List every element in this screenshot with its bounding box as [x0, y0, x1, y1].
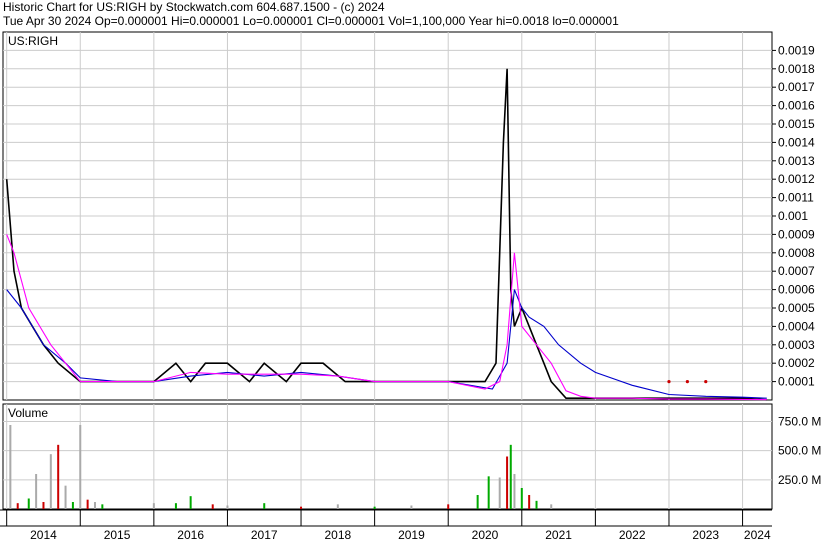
price-y-tick-label: 0.0019 — [778, 43, 815, 57]
price-y-tick-label: 0.0003 — [778, 338, 815, 352]
volume-bar — [550, 504, 553, 509]
stock-chart: 2014 2015 2016 2017 2018 2019 2020 2021 2022 2023… — [0, 31, 821, 542]
price-y-tick-label: 0.0017 — [778, 80, 815, 94]
volume-bar — [86, 499, 89, 509]
x-tick-label: 2023 — [692, 528, 719, 542]
price-y-tick-label: 0.001 — [778, 209, 808, 223]
price-y-tick-label: 0.0016 — [778, 99, 815, 113]
volume-y-tick-label: 750.0 M — [778, 415, 821, 429]
volume-bar — [487, 476, 490, 509]
volume-bar — [211, 504, 214, 509]
volume-bar — [79, 425, 82, 509]
price-y-tick-label: 0.0012 — [778, 172, 815, 186]
volume-bar — [49, 454, 52, 509]
x-tick-label: 2015 — [104, 528, 131, 542]
price-y-tick-label: 0.0006 — [778, 283, 815, 297]
volume-bar — [594, 508, 597, 509]
volume-bar — [476, 495, 479, 509]
volume-bar — [71, 502, 74, 509]
price-y-tick-label: 0.0011 — [778, 191, 814, 205]
volume-bar — [513, 474, 516, 509]
volume-bar — [57, 444, 60, 509]
volume-bar — [447, 504, 450, 509]
volume-bar — [64, 485, 67, 509]
price-y-tick-label: 0.0018 — [778, 62, 815, 76]
price-y-tick-label: 0.0009 — [778, 227, 815, 241]
volume-bar — [509, 444, 512, 509]
volume-bar — [16, 503, 19, 509]
volume-panel-frame — [2, 403, 773, 510]
price-y-tick-label: 0.0014 — [778, 135, 815, 149]
x-tick-label: 2016 — [177, 528, 204, 542]
price-marker-point — [667, 380, 671, 384]
price-y-tick-label: 0.0005 — [778, 301, 815, 315]
volume-bar — [152, 503, 155, 509]
x-tick-label: 2020 — [472, 528, 499, 542]
x-tick-label: 2021 — [545, 528, 572, 542]
volume-bar — [528, 495, 531, 509]
volume-bar — [373, 506, 376, 509]
volume-bar — [263, 503, 266, 509]
volume-bar — [174, 503, 177, 509]
volume-bar — [410, 505, 413, 509]
volume-bar — [535, 500, 538, 509]
volume-bar — [35, 474, 38, 509]
price-marker-point — [704, 380, 708, 384]
volume-bar — [101, 504, 104, 509]
price-panel-title: US:RIGH — [8, 34, 58, 48]
x-tick-label: 2014 — [30, 528, 57, 542]
volume-bar — [336, 504, 339, 509]
volume-bar — [498, 477, 501, 509]
price-y-tick-label: 0.0015 — [778, 117, 815, 131]
price-y-tick-label: 0.0007 — [778, 264, 815, 278]
x-tick-label: 2019 — [398, 528, 425, 542]
volume-bar — [506, 456, 509, 509]
price-y-tick-label: 0.0013 — [778, 154, 815, 168]
x-tick-label: 2017 — [251, 528, 278, 542]
volume-panel-title: Volume — [8, 406, 48, 420]
volume-bar — [189, 496, 192, 509]
x-tick-label: 2018 — [324, 528, 351, 542]
volume-bar — [42, 502, 45, 509]
volume-bar — [300, 506, 303, 509]
price-y-tick-label: 0.0004 — [778, 319, 815, 333]
volume-bar — [93, 502, 96, 509]
x-tick-label: 2024 — [744, 528, 771, 542]
volume-bar — [9, 425, 12, 509]
x-tick-label: 2022 — [619, 528, 646, 542]
volume-bar — [520, 488, 523, 509]
price-y-tick-label: 0.0008 — [778, 246, 815, 260]
price-marker-point — [685, 380, 689, 384]
price-y-tick-label: 0.0001 — [778, 375, 815, 389]
volume-y-tick-label: 500.0 M — [778, 444, 821, 458]
volume-bar — [27, 498, 30, 509]
price-y-tick-label: 0.0002 — [778, 356, 815, 370]
volume-y-tick-label: 250.0 M — [778, 473, 821, 487]
volume-bar — [226, 505, 229, 509]
